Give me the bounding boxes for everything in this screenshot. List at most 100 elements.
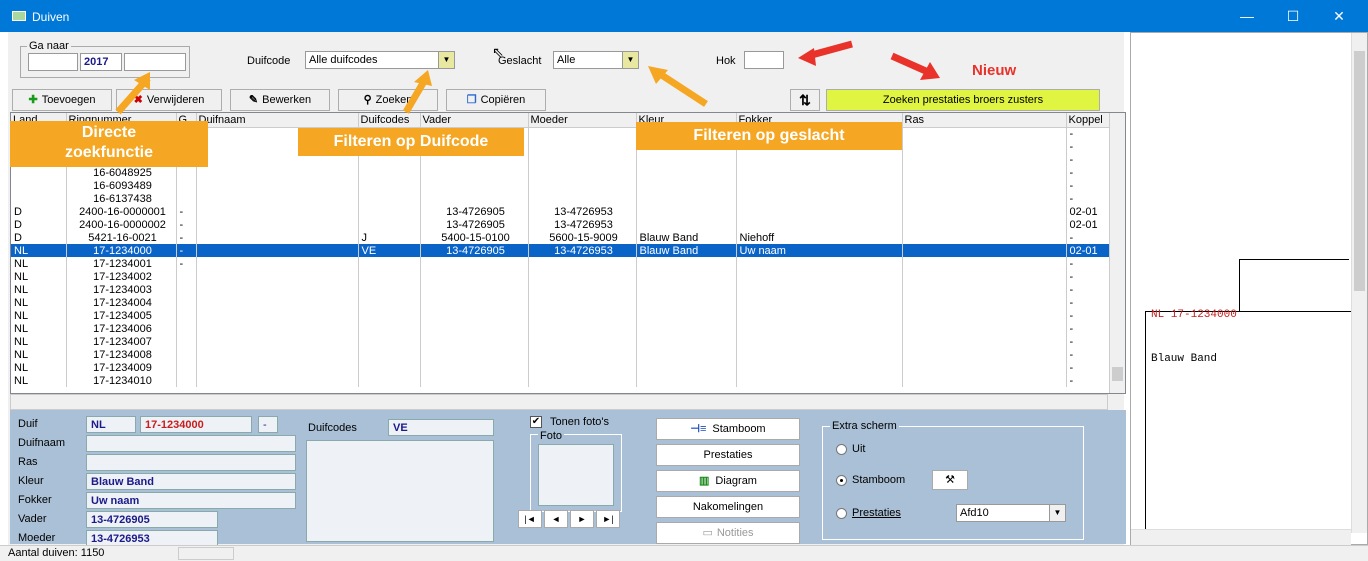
table-cell xyxy=(636,296,737,309)
table-cell: - xyxy=(176,205,197,218)
table-cell: J xyxy=(358,231,421,244)
tonen-fotos-checkbox[interactable]: ✔ xyxy=(530,416,542,428)
ras-field[interactable] xyxy=(86,454,296,471)
notities-label: Notities xyxy=(716,527,754,539)
aantal-duiven: Aantal duiven: 1150 xyxy=(8,547,105,559)
table-cell: 17-1234010 xyxy=(66,374,177,387)
notities-button[interactable]: ▭ Notities xyxy=(656,522,800,544)
table-row[interactable]: D 2400-16-0000002-13-4726905 13-4726953 02-… xyxy=(11,218,1117,231)
table-cell xyxy=(902,335,1067,348)
table-cell xyxy=(196,205,359,218)
table-cell xyxy=(902,309,1067,322)
ras-label: Ras xyxy=(18,456,38,468)
table-cell xyxy=(528,257,637,270)
table-row[interactable]: NL 17-1234006- xyxy=(11,322,1117,335)
fokker-field[interactable]: Uw naam xyxy=(86,492,296,509)
table-cell: - xyxy=(176,218,197,231)
stamboom-option-label: Stamboom xyxy=(852,474,906,486)
duif-label: Duif xyxy=(18,418,38,430)
table-row[interactable]: NL 17-1234008- xyxy=(11,348,1117,361)
table-cell xyxy=(528,374,637,387)
table-cell xyxy=(736,322,903,335)
table-cell xyxy=(358,361,421,374)
stamboom-button[interactable]: ⊣≡ Stamboom xyxy=(656,418,800,440)
table-cell xyxy=(636,361,737,374)
table-cell xyxy=(736,361,903,374)
nakomelingen-button[interactable]: Nakomelingen xyxy=(656,496,800,518)
duifcodes-list[interactable] xyxy=(306,440,494,542)
prestaties-select[interactable]: Afd10 ▼ xyxy=(956,504,1066,522)
table-cell xyxy=(196,361,359,374)
table-cell xyxy=(176,296,197,309)
table-row[interactable]: NL 17-1234007- xyxy=(11,335,1117,348)
table-cell xyxy=(196,374,359,387)
table-cell: NL xyxy=(11,244,67,257)
table-row[interactable]: NL 17-1234009- xyxy=(11,361,1117,374)
prestaties-option-label: Prestaties xyxy=(852,507,901,519)
table-cell xyxy=(736,296,903,309)
table-cell xyxy=(636,374,737,387)
table-cell: D xyxy=(11,218,67,231)
table-cell xyxy=(176,348,197,361)
dropdown-arrow-icon[interactable]: ▼ xyxy=(1049,505,1065,521)
table-cell xyxy=(636,335,737,348)
table-cell xyxy=(196,218,359,231)
table-cell: 5400-15-0100 xyxy=(420,231,529,244)
table-cell xyxy=(736,205,903,218)
table-cell xyxy=(176,361,197,374)
duifnaam-field[interactable] xyxy=(86,435,296,452)
table-row[interactable]: D 5421-16-0021- J 5400-15-0100 5600-15-9009 B… xyxy=(11,231,1117,244)
duif-g-field[interactable]: - xyxy=(258,416,278,433)
table-row[interactable]: NL 17-1234001- - xyxy=(11,257,1117,270)
table-cell xyxy=(736,270,903,283)
table-row[interactable]: NL 17-1234010- xyxy=(11,374,1117,387)
status-bar: Aantal duiven: 1150 xyxy=(0,545,1368,561)
table-row[interactable]: NL 17-1234003- xyxy=(11,283,1117,296)
table-row[interactable]: D 2400-16-0000001-13-4726905 13-4726953 02-… xyxy=(11,205,1117,218)
table-cell xyxy=(902,231,1067,244)
table-cell xyxy=(358,283,421,296)
table-row[interactable]: NL 17-1234004- xyxy=(11,296,1117,309)
radio-prestaties[interactable] xyxy=(836,508,847,519)
table-cell xyxy=(902,270,1067,283)
vader-field[interactable]: 13-4726905 xyxy=(86,511,218,528)
horizontal-scrollbar[interactable] xyxy=(10,394,1108,410)
pedigree-vertical-scrollbar[interactable] xyxy=(1351,33,1367,533)
prev-record-button[interactable]: ◄ xyxy=(544,510,568,528)
table-cell xyxy=(528,283,637,296)
duif-land-field[interactable]: NL xyxy=(86,416,136,433)
table-row[interactable]: NL 17-1234002- xyxy=(11,270,1117,283)
arrow-icon xyxy=(658,71,708,107)
table-cell: NL xyxy=(11,283,67,296)
status-panel xyxy=(178,547,234,560)
table-cell xyxy=(420,335,529,348)
table-cell: Blauw Band xyxy=(636,231,737,244)
moeder-label: Moeder xyxy=(18,532,56,544)
table-cell xyxy=(176,283,197,296)
scrollbar-thumb[interactable] xyxy=(1354,51,1365,291)
kleur-field[interactable]: Blauw Band xyxy=(86,473,296,490)
duifcodes-field[interactable]: VE xyxy=(388,419,494,436)
vader-label: Vader xyxy=(18,513,47,525)
table-cell: 17-1234007 xyxy=(66,335,177,348)
prestaties-button[interactable]: Prestaties xyxy=(656,444,800,466)
fokker-label: Fokker xyxy=(18,494,52,506)
table-cell: 17-1234003 xyxy=(66,283,177,296)
tools-icon[interactable]: ⚒ xyxy=(932,470,968,490)
table-row[interactable]: NL 17-1234005- xyxy=(11,309,1117,322)
radio-uit[interactable] xyxy=(836,444,847,455)
table-cell xyxy=(358,205,421,218)
duif-ring-field[interactable]: 17-1234000 xyxy=(140,416,252,433)
diagram-button[interactable]: ▥ Diagram xyxy=(656,470,800,492)
first-record-button[interactable]: |◄ xyxy=(518,510,542,528)
last-record-button[interactable]: ►| xyxy=(596,510,620,528)
extra-scherm-label: Extra scherm xyxy=(830,420,899,432)
radio-stamboom[interactable] xyxy=(836,475,847,486)
table-cell xyxy=(636,348,737,361)
next-record-button[interactable]: ► xyxy=(570,510,594,528)
scrollbar-thumb[interactable] xyxy=(1112,367,1123,381)
table-row[interactable]: NL 17-1234000- VE 13-4726905 13-4726953 Blauw… xyxy=(11,244,1117,257)
table-cell xyxy=(636,283,737,296)
pedigree-horizontal-scrollbar[interactable] xyxy=(1131,529,1351,545)
table-cell xyxy=(358,296,421,309)
